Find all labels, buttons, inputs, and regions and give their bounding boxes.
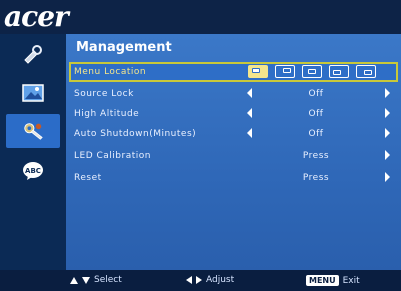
projector-osd: acer ABC Management Menu Location Source…: [0, 0, 401, 291]
led-calibration-row[interactable]: LED Calibration Press: [66, 146, 401, 166]
picture-icon: [22, 83, 44, 103]
page-title: Management: [76, 40, 172, 55]
arrow-left-icon[interactable]: [247, 88, 252, 98]
source-lock-label: Source Lock: [74, 89, 134, 99]
settings-wrench-icon: [22, 121, 44, 141]
arrow-left-icon[interactable]: [247, 128, 252, 138]
menu-location-label: Menu Location: [74, 67, 147, 77]
select-hint: Select: [70, 275, 122, 285]
management-panel: Management Menu Location Source Lock Off…: [66, 34, 401, 270]
footer-hints: Select Adjust MENU Exit: [0, 270, 401, 291]
reset-row[interactable]: Reset Press: [66, 168, 401, 188]
sidebar-item-language[interactable]: ABC: [8, 154, 58, 188]
arrow-up-icon: [70, 276, 78, 284]
location-bottom-right-option[interactable]: [356, 65, 376, 78]
sidebar: ABC: [0, 34, 66, 270]
arrow-left-icon: [186, 276, 192, 284]
exit-hint: MENU Exit: [306, 275, 360, 286]
sidebar-item-management[interactable]: [6, 114, 60, 148]
position-marker-icon: [333, 70, 341, 75]
adjust-label: Adjust: [206, 275, 235, 285]
auto-shutdown-label: Auto Shutdown(Minutes): [74, 129, 197, 139]
led-calibration-label: LED Calibration: [74, 151, 151, 161]
sidebar-item-image[interactable]: [8, 76, 58, 110]
auto-shutdown-value: Off: [308, 129, 324, 139]
reset-value: Press: [302, 173, 330, 183]
location-top-right-option[interactable]: [275, 65, 295, 78]
position-marker-icon: [308, 69, 316, 74]
arrow-right-icon: [196, 276, 202, 284]
position-marker-icon: [252, 68, 260, 73]
arrow-right-icon[interactable]: [385, 88, 390, 98]
source-lock-value: Off: [308, 89, 324, 99]
position-marker-icon: [283, 68, 291, 73]
tools-icon: [22, 45, 44, 65]
location-bottom-left-option[interactable]: [329, 65, 349, 78]
source-lock-row[interactable]: Source Lock Off: [66, 84, 401, 104]
arrow-down-icon: [82, 276, 90, 284]
menu-key-badge: MENU: [306, 275, 339, 286]
reset-label: Reset: [74, 173, 102, 183]
arrow-left-icon[interactable]: [247, 108, 252, 118]
location-center-option[interactable]: [302, 65, 322, 78]
auto-shutdown-row[interactable]: Auto Shutdown(Minutes) Off: [66, 124, 401, 144]
arrow-right-icon[interactable]: [385, 108, 390, 118]
location-top-left-option[interactable]: [248, 65, 268, 78]
led-calibration-value: Press: [302, 151, 330, 161]
arrow-right-icon[interactable]: [385, 150, 390, 160]
svg-text:ABC: ABC: [25, 167, 41, 175]
acer-logo: acer: [4, 0, 69, 33]
menu-location-row[interactable]: Menu Location: [69, 62, 398, 82]
arrow-right-icon[interactable]: [385, 128, 390, 138]
menu-location-options: [248, 65, 376, 78]
language-abc-icon: ABC: [22, 161, 44, 181]
high-altitude-label: High Altitude: [74, 109, 140, 119]
adjust-hint: Adjust: [186, 275, 234, 285]
exit-label: Exit: [342, 275, 360, 286]
high-altitude-row[interactable]: High Altitude Off: [66, 104, 401, 124]
arrow-right-icon[interactable]: [385, 172, 390, 182]
position-marker-icon: [364, 70, 372, 75]
high-altitude-value: Off: [308, 109, 324, 119]
select-label: Select: [94, 275, 122, 285]
sidebar-item-tools[interactable]: [8, 38, 58, 72]
